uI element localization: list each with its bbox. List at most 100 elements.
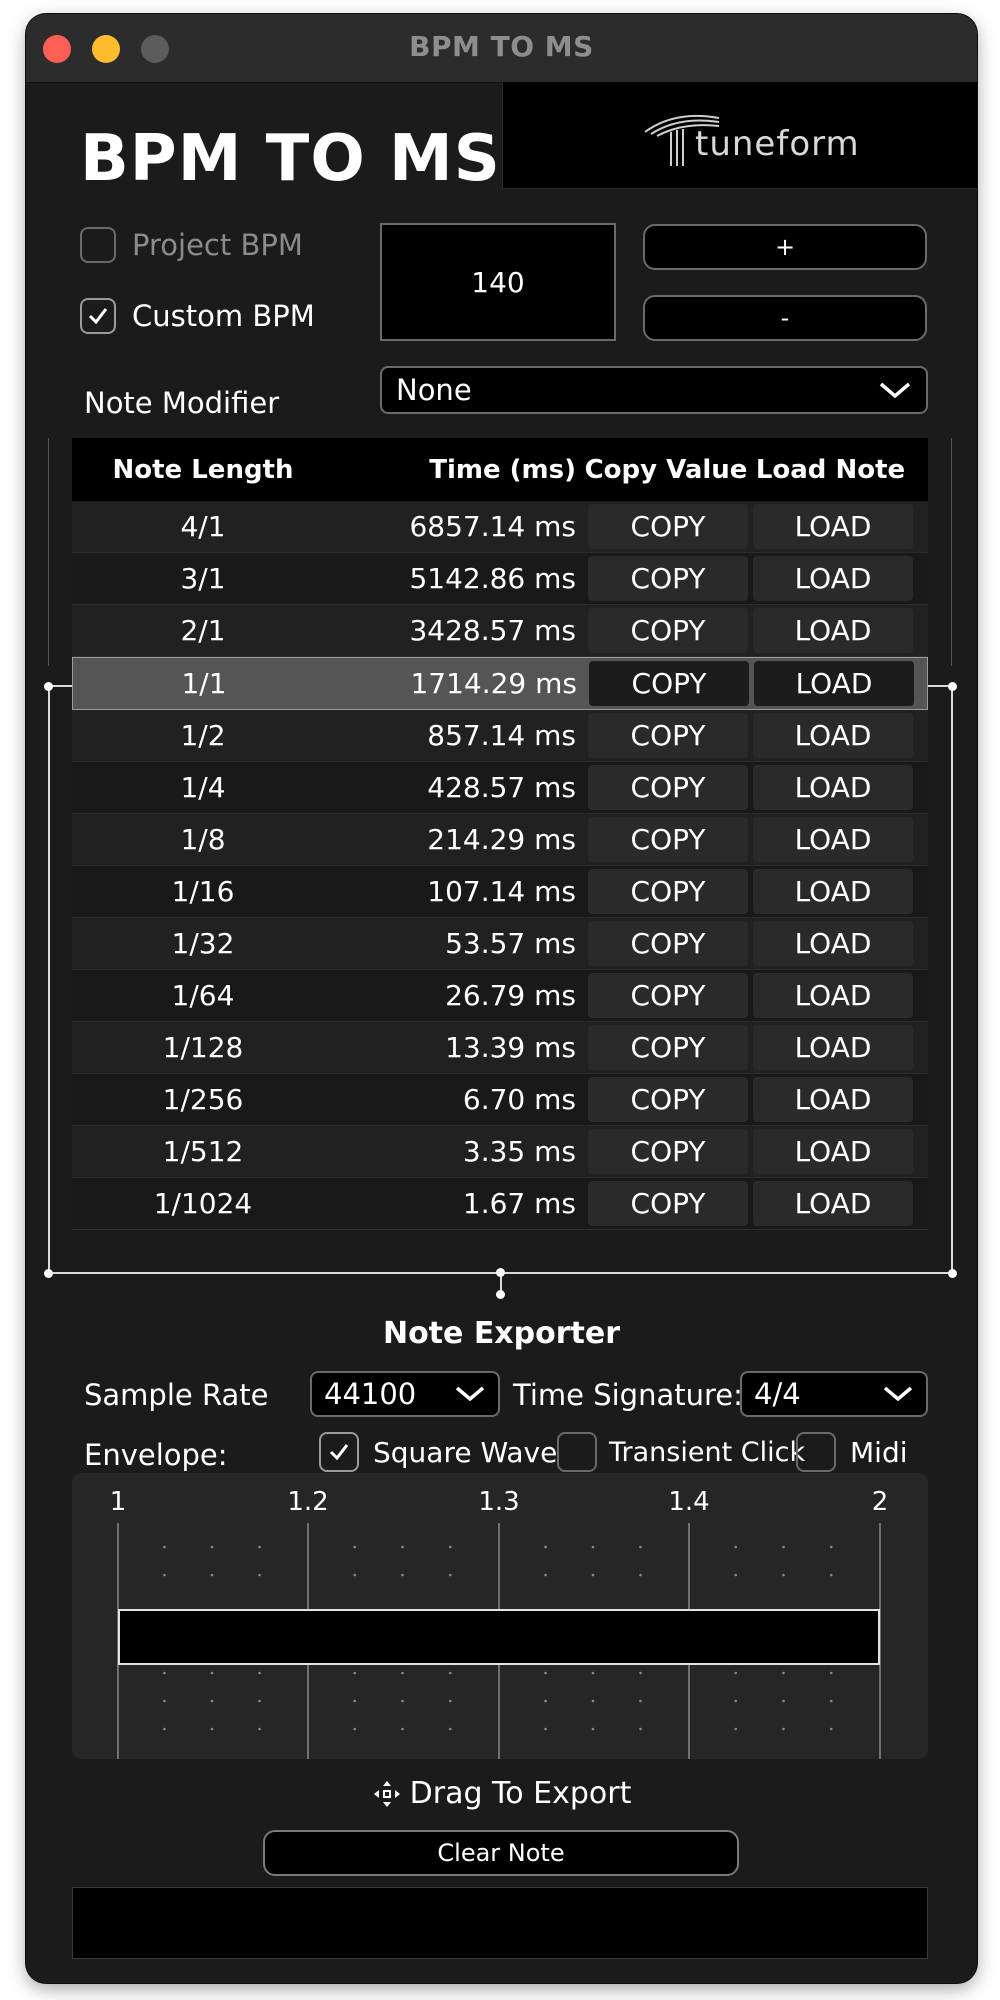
timeline-grid-dot [734, 1699, 738, 1703]
custom-bpm-checkbox[interactable] [80, 298, 116, 334]
square-wave-option[interactable]: Square Wave [319, 1432, 557, 1472]
timeline-grid-dot [210, 1699, 214, 1703]
load-button[interactable]: LOAD [753, 556, 913, 601]
timeline-grid-dot [734, 1727, 738, 1731]
copy-button[interactable]: COPY [588, 817, 748, 862]
timeline-grid-dot [448, 1699, 452, 1703]
envelope-label: Envelope: [84, 1438, 228, 1472]
time-ms-cell: 5142.86 ms [409, 562, 576, 595]
table-row[interactable]: 1/4 428.57 ms COPY LOAD [72, 762, 928, 814]
copy-button[interactable]: COPY [588, 1025, 748, 1070]
sample-rate-label: Sample Rate [84, 1378, 269, 1412]
timeline-grid-dot [591, 1573, 595, 1577]
timeline-grid-dot [210, 1573, 214, 1577]
project-bpm-checkbox[interactable] [80, 227, 116, 263]
load-button[interactable]: LOAD [753, 869, 913, 914]
copy-button[interactable]: COPY [588, 973, 748, 1018]
table-row[interactable]: 1/16 107.14 ms COPY LOAD [72, 866, 928, 918]
load-button[interactable]: LOAD [753, 1025, 913, 1070]
custom-bpm-row[interactable]: Custom BPM [80, 298, 315, 334]
table-row[interactable]: 2/1 3428.57 ms COPY LOAD [72, 605, 928, 657]
chevron-down-icon [455, 1386, 485, 1402]
load-button[interactable]: LOAD [753, 504, 913, 549]
load-button[interactable]: LOAD [753, 765, 913, 810]
note-length-cell: 1/512 [162, 1135, 244, 1168]
resize-frame-left[interactable] [48, 686, 50, 1272]
resize-frame-right[interactable] [951, 686, 953, 1272]
table-row[interactable]: 1/8 214.29 ms COPY LOAD [72, 814, 928, 866]
load-button[interactable]: LOAD [753, 608, 913, 653]
note-timeline[interactable]: 1 1.2 1.3 1.4 2 [72, 1473, 928, 1759]
table-row[interactable]: 1/1024 1.67 ms COPY LOAD [72, 1178, 928, 1230]
note-length-cell: 2/1 [180, 614, 226, 647]
load-button[interactable]: LOAD [753, 973, 913, 1018]
transient-click-checkbox[interactable] [557, 1432, 597, 1472]
title-bar[interactable]: BPM TO MS [26, 14, 977, 83]
table-row[interactable]: 1/2 857.14 ms COPY LOAD [72, 710, 928, 762]
table-row[interactable]: 4/1 6857.14 ms COPY LOAD [72, 501, 928, 553]
table-row[interactable]: 3/1 5142.86 ms COPY LOAD [72, 553, 928, 605]
brand-logo-panel: tuneform [502, 82, 977, 189]
load-button[interactable]: LOAD [753, 713, 913, 758]
timeline-grid-dot [401, 1545, 404, 1549]
copy-button[interactable]: COPY [589, 661, 749, 706]
resize-handle-left[interactable] [44, 682, 53, 691]
load-button[interactable]: LOAD [753, 817, 913, 862]
exported-note-block[interactable] [118, 1609, 880, 1665]
resize-handle-bottom-end[interactable] [496, 1290, 505, 1299]
copy-button[interactable]: COPY [588, 921, 748, 966]
bpm-decrement-button[interactable]: - [643, 295, 927, 341]
app-title: BPM TO MS [80, 122, 501, 196]
timeline-grid-dot [591, 1545, 595, 1549]
copy-button[interactable]: COPY [588, 504, 748, 549]
sample-rate-dropdown[interactable]: 44100 [310, 1371, 500, 1417]
timeline-grid-dot [829, 1699, 833, 1703]
square-wave-checkbox[interactable] [319, 1432, 359, 1472]
timeline-grid-dot [163, 1573, 166, 1577]
load-button[interactable]: LOAD [753, 1077, 913, 1122]
copy-button[interactable]: COPY [588, 608, 748, 653]
table-body: 4/1 6857.14 ms COPY LOAD 3/1 5142.86 ms COPY LO… [72, 501, 928, 1230]
resize-handle-right[interactable] [948, 682, 957, 691]
copy-button[interactable]: COPY [588, 713, 748, 758]
project-bpm-row[interactable]: Project BPM [80, 227, 303, 263]
table-row[interactable]: 1/128 13.39 ms COPY LOAD [72, 1022, 928, 1074]
time-ms-cell: 6857.14 ms [409, 510, 576, 543]
sample-rate-value: 44100 [324, 1377, 417, 1411]
table-row[interactable]: 1/32 53.57 ms COPY LOAD [72, 918, 928, 970]
copy-button[interactable]: COPY [588, 765, 748, 810]
table-row[interactable]: 1/256 6.70 ms COPY LOAD [72, 1074, 928, 1126]
note-length-cell: 1/8 [180, 823, 226, 856]
resize-handle-bottom-left[interactable] [44, 1269, 53, 1278]
copy-button[interactable]: COPY [588, 1129, 748, 1174]
bpm-value-field[interactable]: 140 [380, 223, 616, 341]
table-row[interactable]: 1/64 26.79 ms COPY LOAD [72, 970, 928, 1022]
time-signature-dropdown[interactable]: 4/4 [740, 1371, 928, 1417]
midi-checkbox[interactable] [796, 1432, 836, 1472]
resize-handle-bottom-center[interactable] [496, 1268, 505, 1277]
clear-note-button[interactable]: Clear Note [263, 1830, 739, 1876]
copy-button[interactable]: COPY [588, 1077, 748, 1122]
checkmark-icon [88, 308, 108, 325]
load-button[interactable]: LOAD [753, 1181, 913, 1226]
note-exporter-title: Note Exporter [382, 1316, 621, 1351]
copy-button[interactable]: COPY [588, 556, 748, 601]
load-button[interactable]: LOAD [753, 1129, 913, 1174]
custom-bpm-label: Custom BPM [132, 299, 315, 333]
midi-option[interactable]: Midi [796, 1432, 908, 1472]
note-modifier-label: Note Modifier [84, 386, 280, 420]
table-row[interactable]: 1/1 1714.29 ms COPY LOAD [72, 657, 928, 710]
copy-button[interactable]: COPY [588, 869, 748, 914]
table-row[interactable]: 1/512 3.35 ms COPY LOAD [72, 1126, 928, 1178]
bpm-increment-button[interactable]: + [643, 224, 927, 270]
timeline-grid-dot [258, 1573, 261, 1577]
timeline-grid-dot [639, 1699, 642, 1703]
drag-to-export[interactable]: Drag To Export [26, 1776, 977, 1811]
note-modifier-dropdown[interactable]: None [380, 366, 928, 414]
resize-handle-bottom-right[interactable] [948, 1269, 957, 1278]
load-button[interactable]: LOAD [754, 661, 914, 706]
table-left-guide [48, 438, 49, 666]
load-button[interactable]: LOAD [753, 921, 913, 966]
copy-button[interactable]: COPY [588, 1181, 748, 1226]
transient-click-option[interactable]: Transient Click [557, 1432, 805, 1472]
